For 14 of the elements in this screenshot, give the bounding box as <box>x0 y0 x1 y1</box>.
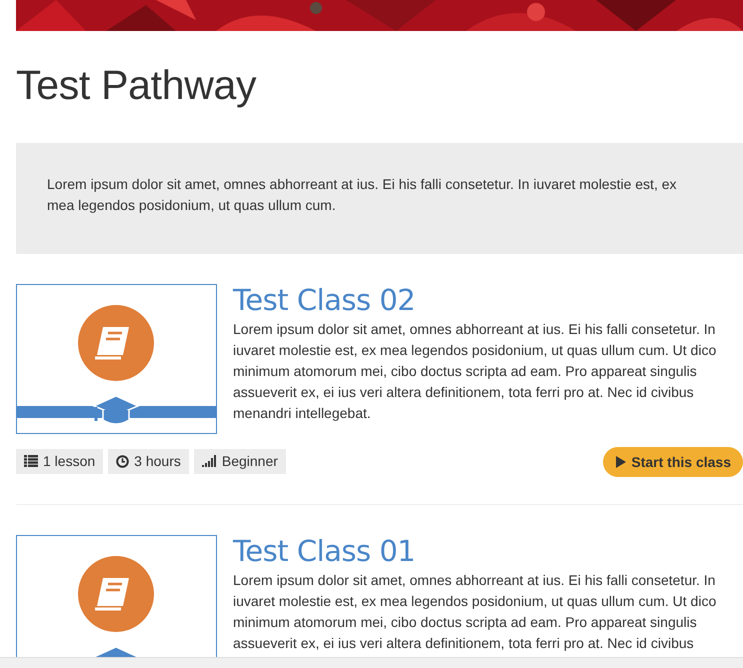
meta-tag: 1 lesson <box>16 448 104 474</box>
play-icon <box>616 456 626 468</box>
meta-tag: 3 hours <box>108 448 189 474</box>
class-description: Lorem ipsum dolor sit amet, omnes abhorreant at ius. Ei his falli consetetur. In iuvaret molestie est, ex mea legendos posidonium, ut quas ullum cum. Ut dico minimum atomorum mei, cibo doctus scripta ad eam. Pro appareat singulis assueverit ex, ei ius veri altera definitionem, tota ferri pro at. Nec id civibus <box>233 571 718 653</box>
class-title[interactable]: Test Class 01 <box>233 535 739 567</box>
meta-tag: Beginner <box>194 448 286 474</box>
signal-bars-icon <box>202 455 217 467</box>
clock-icon <box>116 454 130 468</box>
page-title: Test Pathway <box>16 61 258 110</box>
start-class-button[interactable]: Start this class <box>603 447 743 477</box>
intro-text: Lorem ipsum dolor sit amet, omnes abhorreant at ius. Ei his falli consetetur. In iuvaret molestie est, ex mea legendos posidonium, ut quas ullum cum. <box>47 175 678 215</box>
class-title[interactable]: Test Class 02 <box>233 284 739 316</box>
class-description: Lorem ipsum dolor sit amet, omnes abhorreant at ius. Ei his falli consetetur. In iuvaret molestie est, ex mea legendos posidonium, ut quas ullum cum. Ut dico minimum atomorum mei, cibo doctus scripta ad eam. Pro appareat singulis assueverit ex, ei ius veri altera definitionem, tota ferri pro at. Nec id civibus menandri intellegebat. <box>233 320 718 423</box>
list-icon <box>24 455 38 467</box>
